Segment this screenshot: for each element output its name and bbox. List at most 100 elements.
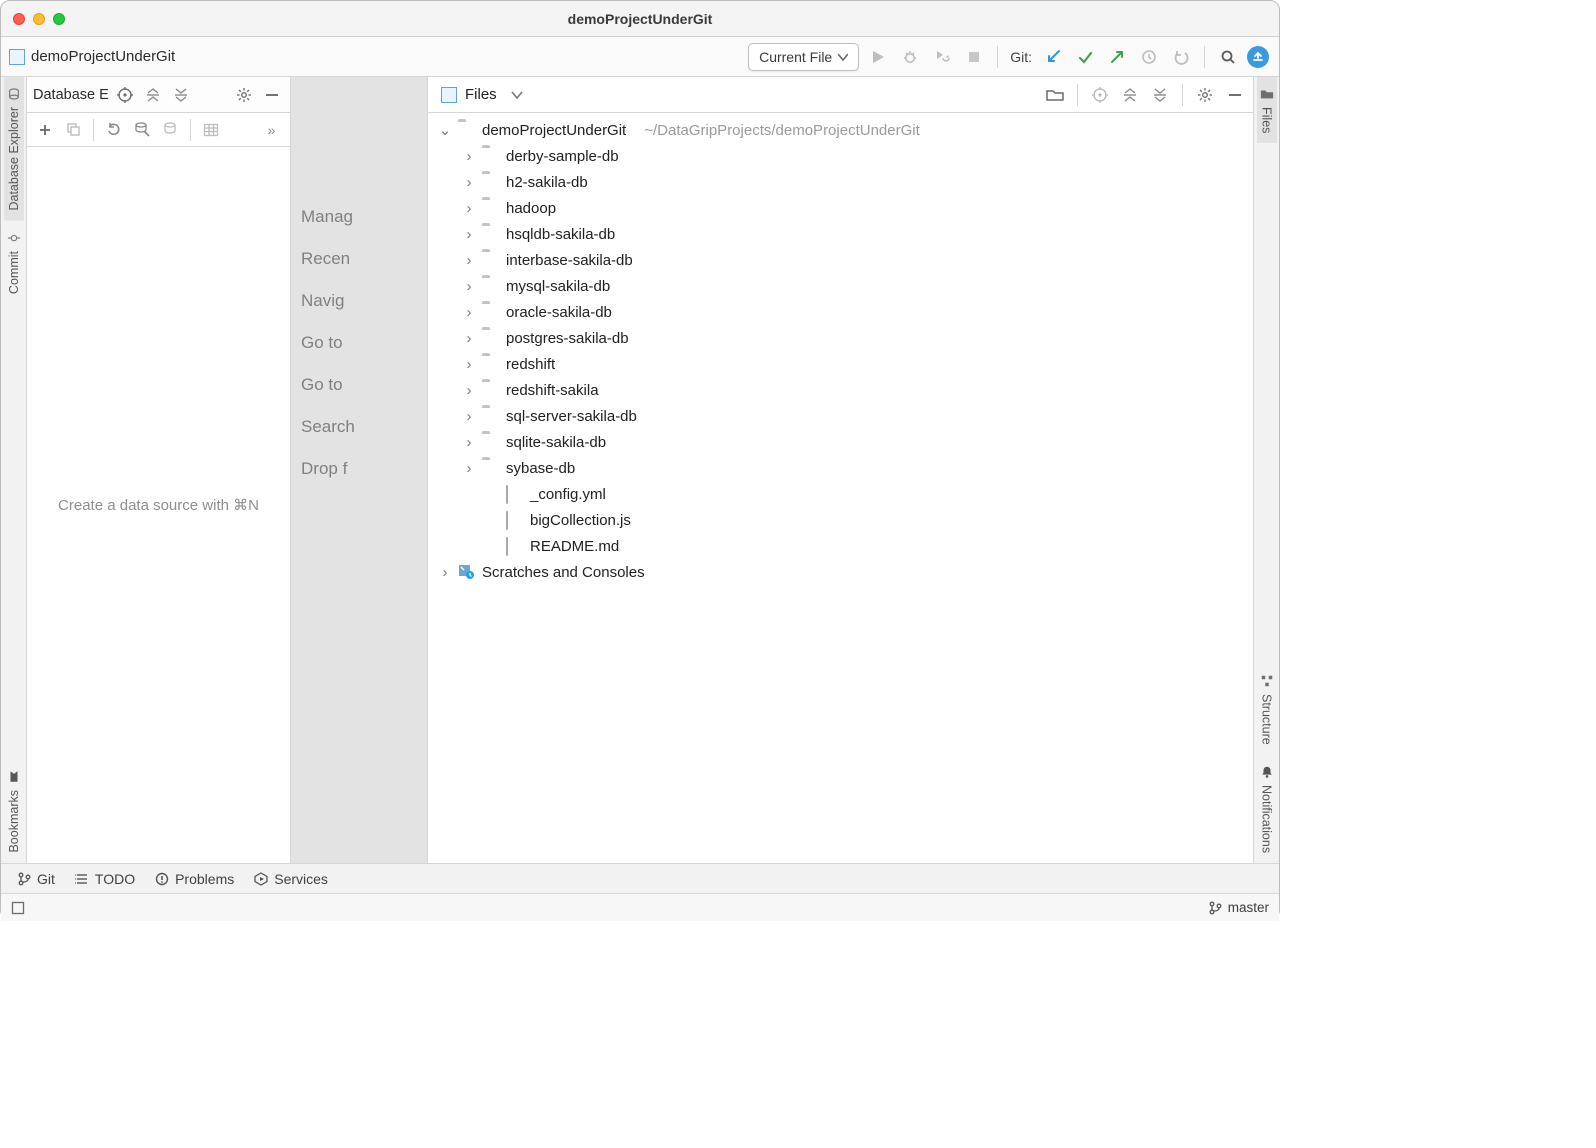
files-tree[interactable]: ⌄ demoProjectUnderGit ~/DataGripProjects…: [428, 113, 1253, 863]
hide-panel-icon[interactable]: [260, 83, 284, 107]
editor-area: Manag Recen Navig Go to Go to Search Dro…: [291, 77, 427, 863]
run-config-combo[interactable]: Current File: [748, 43, 859, 71]
db-stop-icon[interactable]: [158, 118, 182, 142]
tree-node-label: redshift: [506, 356, 555, 373]
select-opened-icon[interactable]: [1088, 83, 1112, 107]
bottom-tab-todo[interactable]: TODO: [75, 871, 135, 887]
stripe-database-explorer[interactable]: Database Explorer: [4, 77, 24, 221]
tree-folder[interactable]: › sqlite-sakila-db: [428, 429, 1253, 455]
window-titlebar: demoProjectUnderGit: [1, 1, 1279, 37]
tree-node-label: derby-sample-db: [506, 148, 619, 165]
ide-update-button[interactable]: [1247, 46, 1269, 68]
branch-icon: [17, 872, 31, 886]
chevron-down-icon[interactable]: ⌄: [438, 121, 452, 139]
git-branch-widget[interactable]: master: [1208, 900, 1269, 915]
git-label: Git:: [1010, 49, 1032, 65]
tab-label: TODO: [95, 871, 135, 887]
git-history-button[interactable]: [1136, 44, 1162, 70]
tree-node-label: postgres-sakila-db: [506, 330, 629, 347]
tree-folder[interactable]: › redshift: [428, 351, 1253, 377]
git-rollback-button[interactable]: [1168, 44, 1194, 70]
chevron-right-icon[interactable]: ›: [462, 304, 476, 321]
run-more-button[interactable]: [929, 44, 955, 70]
open-folder-icon[interactable]: [1043, 83, 1067, 107]
db-target-icon[interactable]: [113, 83, 137, 107]
hide-panel-icon[interactable]: [1223, 83, 1247, 107]
tree-folder[interactable]: ›mysql-sakila-db: [428, 273, 1253, 299]
stripe-files[interactable]: Files: [1257, 77, 1277, 143]
chevron-right-icon[interactable]: ›: [462, 434, 476, 451]
tree-folder[interactable]: › hadoop: [428, 195, 1253, 221]
chevron-right-icon[interactable]: ›: [462, 174, 476, 191]
table-icon[interactable]: [199, 118, 223, 142]
tree-folder[interactable]: › derby-sample-db: [428, 143, 1253, 169]
tree-folder[interactable]: ›sql-server-sakila-db: [428, 403, 1253, 429]
stripe-label: Notifications: [1260, 785, 1274, 853]
chevron-right-icon[interactable]: ›: [462, 278, 476, 295]
scratches-icon: [458, 564, 476, 580]
chevron-right-icon[interactable]: ›: [462, 330, 476, 347]
chevron-right-icon[interactable]: ›: [462, 200, 476, 217]
git-update-button[interactable]: [1040, 44, 1066, 70]
gear-icon[interactable]: [1193, 83, 1217, 107]
collapse-all-icon[interactable]: [1148, 83, 1172, 107]
gear-icon[interactable]: [232, 83, 256, 107]
tree-file[interactable]: _config.yml: [428, 481, 1253, 507]
chevron-right-icon[interactable]: ›: [462, 148, 476, 165]
chevron-right-icon[interactable]: ›: [462, 226, 476, 243]
tree-node-label: sqlite-sakila-db: [506, 434, 606, 451]
search-everywhere-button[interactable]: [1215, 44, 1241, 70]
tree-folder[interactable]: ›interbase-sakila-db: [428, 247, 1253, 273]
tree-file[interactable]: bigCollection.js: [428, 507, 1253, 533]
breadcrumb[interactable]: demoProjectUnderGit: [9, 48, 175, 65]
stop-button[interactable]: [961, 44, 987, 70]
copy-icon[interactable]: [61, 118, 85, 142]
hint-line: Go to: [301, 333, 355, 353]
chevron-right-icon[interactable]: ›: [462, 408, 476, 425]
files-panel: Files ⌄ demoProjectUnderGit ~/DataGripPr…: [427, 77, 1253, 863]
bookmark-icon: [7, 770, 21, 784]
chevron-right-icon[interactable]: ›: [462, 382, 476, 399]
stripe-notifications[interactable]: Notifications: [1257, 755, 1277, 863]
tree-folder[interactable]: ›oracle-sakila-db: [428, 299, 1253, 325]
chevron-right-icon[interactable]: ›: [462, 460, 476, 477]
tree-folder[interactable]: ›h2-sakila-db: [428, 169, 1253, 195]
tree-file[interactable]: README.md: [428, 533, 1253, 559]
add-icon[interactable]: [33, 118, 57, 142]
chevron-right-icon[interactable]: ›: [462, 252, 476, 269]
tree-node-label: hadoop: [506, 200, 556, 217]
tree-folder[interactable]: ›redshift-sakila: [428, 377, 1253, 403]
run-button[interactable]: [865, 44, 891, 70]
chevron-right-icon[interactable]: ›: [438, 564, 452, 581]
more-icon[interactable]: »: [260, 118, 284, 142]
welcome-hints: Manag Recen Navig Go to Go to Search Dro…: [301, 207, 355, 479]
tree-folder[interactable]: ›sybase-db: [428, 455, 1253, 481]
tree-folder[interactable]: › postgres-sakila-db: [428, 325, 1253, 351]
expand-all-icon[interactable]: [141, 83, 165, 107]
tree-scratches[interactable]: › Scratches and Consoles: [428, 559, 1253, 585]
todo-icon: [75, 872, 89, 886]
expand-all-icon[interactable]: [1118, 83, 1142, 107]
refresh-icon[interactable]: [102, 118, 126, 142]
stripe-bookmarks[interactable]: Bookmarks: [4, 760, 24, 863]
files-panel-title: Files: [465, 86, 497, 103]
branch-icon: [1208, 901, 1222, 915]
database-icon: [7, 87, 21, 101]
bottom-tab-git[interactable]: Git: [17, 871, 55, 887]
chevron-right-icon[interactable]: ›: [462, 356, 476, 373]
stripe-structure[interactable]: Structure: [1257, 664, 1277, 755]
bottom-tab-services[interactable]: Services: [254, 871, 328, 887]
git-push-button[interactable]: [1104, 44, 1130, 70]
tree-root[interactable]: ⌄ demoProjectUnderGit ~/DataGripProjects…: [428, 117, 1253, 143]
db-panel-header: Database E: [27, 77, 290, 113]
database-explorer-panel: Database E » Create a data source with ⌘…: [27, 77, 291, 863]
tree-folder[interactable]: ›hsqldb-sakila-db: [428, 221, 1253, 247]
git-commit-button[interactable]: [1072, 44, 1098, 70]
stripe-commit[interactable]: Commit: [4, 221, 24, 304]
db-wrench-icon[interactable]: [130, 118, 154, 142]
debug-button[interactable]: [897, 44, 923, 70]
files-view-combo[interactable]: Files: [434, 83, 530, 106]
tool-windows-toggle-icon[interactable]: [11, 901, 25, 915]
bottom-tab-problems[interactable]: Problems: [155, 871, 234, 887]
collapse-all-icon[interactable]: [169, 83, 193, 107]
